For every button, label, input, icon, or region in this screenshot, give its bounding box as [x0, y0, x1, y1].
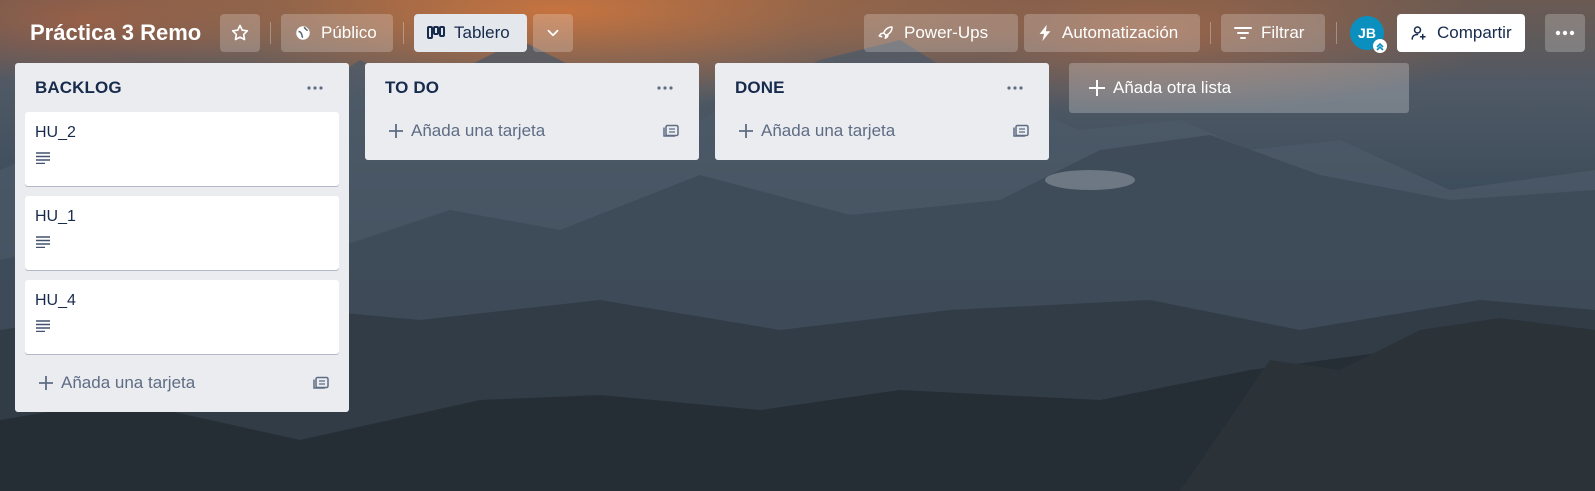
- list-todo: TO DO Añada una tarjeta: [365, 63, 699, 160]
- header-divider: [403, 22, 404, 44]
- star-icon: [231, 24, 249, 41]
- card[interactable]: HU_1: [25, 196, 339, 270]
- template-icon: [313, 376, 329, 389]
- plus-icon: [1089, 80, 1105, 96]
- add-card-row: Añada una tarjeta: [375, 112, 689, 150]
- add-card-button[interactable]: Añada una tarjeta: [389, 121, 545, 141]
- more-icon: [307, 85, 323, 90]
- header-divider: [1336, 22, 1337, 44]
- power-ups-label: Power-Ups: [904, 23, 989, 42]
- add-card-row: Añada una tarjeta: [25, 364, 339, 402]
- power-ups-button[interactable]: Power-Ups: [864, 14, 1018, 52]
- board-view-button[interactable]: Tablero: [414, 14, 527, 52]
- list-title[interactable]: TO DO: [385, 78, 439, 98]
- create-from-template-button[interactable]: [659, 119, 683, 143]
- chevron-down-icon: [547, 29, 559, 37]
- avatar-initials: JB: [1358, 25, 1376, 41]
- description-icon: [36, 320, 50, 333]
- create-from-template-button[interactable]: [309, 371, 333, 395]
- filter-button[interactable]: Filtrar: [1221, 14, 1325, 52]
- share-button[interactable]: Compartir: [1397, 14, 1525, 52]
- more-icon: [1555, 30, 1575, 36]
- description-icon: [36, 152, 50, 165]
- plus-icon: [39, 376, 53, 390]
- filter-label: Filtrar: [1261, 23, 1305, 42]
- share-label: Compartir: [1437, 23, 1512, 42]
- card-title: HU_4: [35, 292, 76, 309]
- list-menu-button[interactable]: [301, 78, 329, 98]
- plus-icon: [389, 124, 403, 138]
- star-button[interactable]: [220, 14, 260, 52]
- list-menu-button[interactable]: [651, 78, 679, 98]
- board-view-icon: [427, 26, 445, 39]
- add-card-label: Añada una tarjeta: [411, 121, 546, 140]
- card-title: HU_1: [35, 208, 76, 225]
- list-backlog: BACKLOG HU_2 HU_1 HU_4 Añada una tarjeta: [15, 63, 349, 412]
- lightning-icon: [1039, 24, 1051, 42]
- list-header: BACKLOG: [25, 63, 339, 112]
- add-list-button[interactable]: Añada otra lista: [1069, 63, 1409, 113]
- automation-button[interactable]: Automatización: [1024, 14, 1200, 52]
- card[interactable]: HU_2: [25, 112, 339, 186]
- more-icon: [1007, 85, 1023, 90]
- plus-icon: [739, 124, 753, 138]
- filter-icon: [1234, 27, 1252, 39]
- more-icon: [657, 85, 673, 90]
- template-icon: [1013, 124, 1029, 137]
- add-card-label: Añada una tarjeta: [61, 373, 196, 392]
- list-header: TO DO: [375, 63, 689, 112]
- board: Práctica 3 Remo Público Tablero Power-Up…: [0, 0, 1595, 491]
- header-divider: [270, 22, 271, 44]
- add-card-button[interactable]: Añada una tarjeta: [739, 121, 895, 141]
- admin-badge-icon: [1373, 39, 1387, 53]
- visibility-label: Público: [321, 23, 377, 42]
- list-title[interactable]: DONE: [735, 78, 785, 98]
- board-menu-button[interactable]: [1545, 14, 1585, 52]
- globe-icon: [296, 26, 310, 40]
- add-card-row: Añada una tarjeta: [725, 112, 1039, 150]
- automation-label: Automatización: [1062, 23, 1179, 42]
- card-title: HU_2: [35, 124, 76, 141]
- board-header: Práctica 3 Remo Público Tablero Power-Up…: [0, 0, 1595, 64]
- board-view-label: Tablero: [454, 23, 510, 42]
- add-member-icon: [1411, 26, 1426, 40]
- add-list-label: Añada otra lista: [1113, 78, 1232, 97]
- avatar[interactable]: JB: [1350, 16, 1387, 53]
- card[interactable]: HU_4: [25, 280, 339, 354]
- list-done: DONE Añada una tarjeta: [715, 63, 1049, 160]
- add-card-label: Añada una tarjeta: [761, 121, 896, 140]
- board-title[interactable]: Práctica 3 Remo: [30, 16, 201, 50]
- header-divider: [1210, 22, 1211, 44]
- description-icon: [36, 236, 50, 249]
- template-icon: [663, 124, 679, 137]
- list-menu-button[interactable]: [1001, 78, 1029, 98]
- rocket-icon: [878, 26, 893, 39]
- list-title[interactable]: BACKLOG: [35, 78, 122, 98]
- add-card-button[interactable]: Añada una tarjeta: [39, 373, 195, 393]
- view-switcher-button[interactable]: [533, 14, 573, 52]
- visibility-button[interactable]: Público: [281, 14, 393, 52]
- list-header: DONE: [725, 63, 1039, 112]
- create-from-template-button[interactable]: [1009, 119, 1033, 143]
